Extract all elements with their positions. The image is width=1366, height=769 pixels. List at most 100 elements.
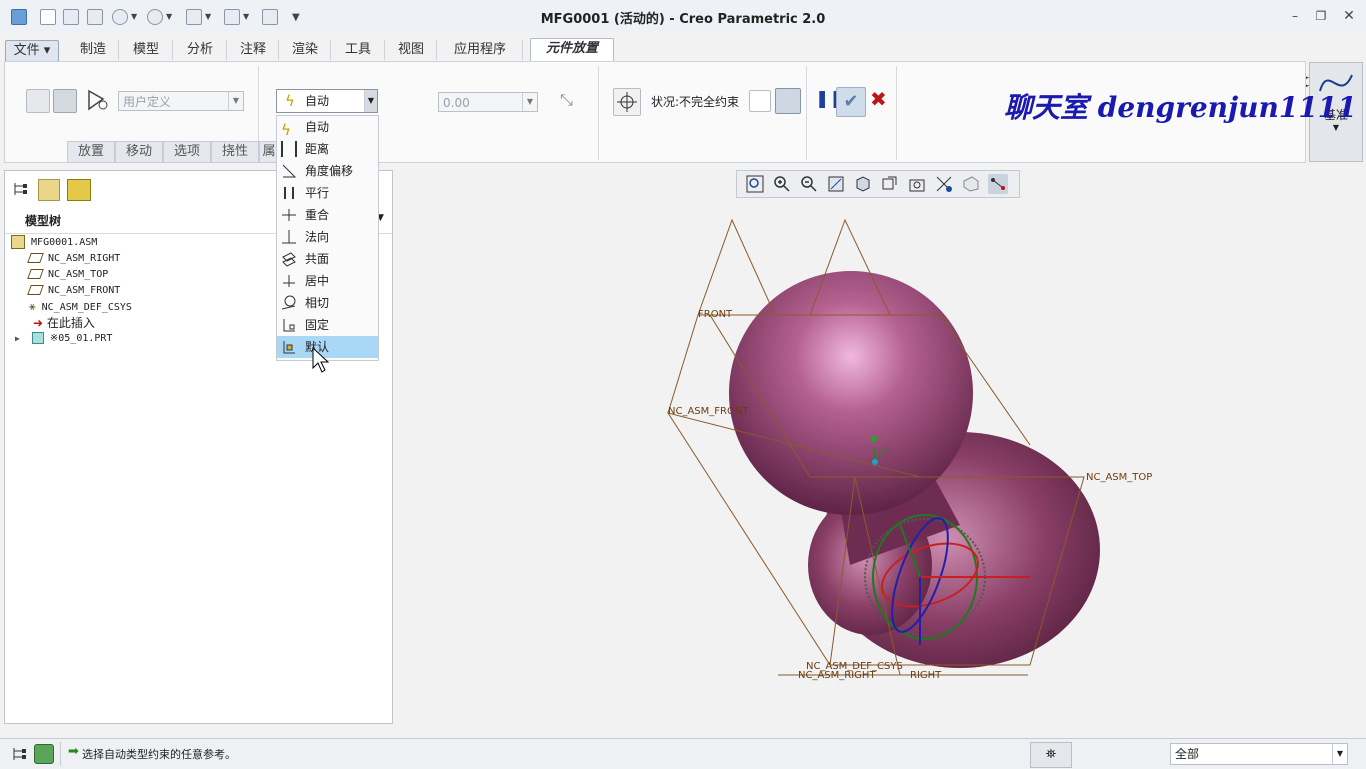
menu-item-label: 固定 <box>305 318 330 332</box>
favorites-tab-icon[interactable] <box>67 179 91 201</box>
find-icon[interactable]: ⛯ <box>1030 742 1072 768</box>
chevron-down-icon[interactable]: ▼ <box>1332 744 1347 764</box>
chevron-down-icon[interactable]: ▼ <box>364 90 377 112</box>
model-tree-tab-icon[interactable] <box>11 180 29 198</box>
tab-tools[interactable]: 工具 <box>332 40 385 60</box>
close-icon[interactable]: ✕ <box>1340 8 1358 24</box>
3d-viewport[interactable]: FRONT NC_ASM_FRONT NC_ASM_TOP NC_ASM_DEF… <box>600 205 1160 695</box>
datum-display-filters-icon[interactable] <box>934 174 954 194</box>
mechanism-connection-icon[interactable] <box>85 87 111 113</box>
cancel-x-icon[interactable]: ✖ <box>870 87 887 111</box>
zoom-in-icon[interactable] <box>772 174 792 194</box>
display-style-icon[interactable] <box>853 174 873 194</box>
mouse-cursor-icon <box>312 347 330 373</box>
coordinate-system-icon: ⚹ <box>29 300 36 313</box>
menu-item-coplanar[interactable]: 共面 <box>277 248 378 270</box>
flip-constraint-icon[interactable]: ⤡ <box>560 90 573 110</box>
tab-manufacture[interactable]: 制造 <box>68 40 119 60</box>
saved-orientations-icon[interactable] <box>880 174 900 194</box>
menu-item-tangent[interactable]: 相切 <box>277 292 378 314</box>
subtab-placement[interactable]: 放置 <box>67 141 115 163</box>
tab-analysis[interactable]: 分析 <box>174 40 227 60</box>
tab-view[interactable]: 视图 <box>386 40 437 60</box>
ribbon-divider <box>806 66 807 160</box>
menu-item-angle-offset[interactable]: 角度偏移 <box>277 160 378 182</box>
menu-item-label: 自动 <box>305 120 330 134</box>
tab-annotate[interactable]: 注释 <box>228 40 279 60</box>
menu-item-label: 居中 <box>305 274 330 288</box>
tree-item-label: ※05_01.PRT <box>49 333 113 344</box>
refit-icon[interactable] <box>745 174 765 194</box>
subtab-options[interactable]: 选项 <box>163 141 211 163</box>
menu-item-parallel[interactable]: 平行 <box>277 182 378 204</box>
tab-file[interactable]: 文件 ▾ <box>5 40 59 62</box>
tree-item-part[interactable]: ▶ ※05_01.PRT <box>15 331 112 347</box>
menu-item-coincident[interactable]: 重合 <box>277 204 378 226</box>
chevron-down-icon[interactable]: ▼ <box>228 92 243 110</box>
tree-item-nc-asm-top[interactable]: NC_ASM_TOP <box>27 267 109 283</box>
repaint-icon[interactable] <box>826 174 846 194</box>
menu-item-label: 距离 <box>305 142 330 156</box>
zoom-out-icon[interactable] <box>799 174 819 194</box>
title-bar: ▼ ▼ ▼ ▼ ▼ MFG0001 (活动的) - Creo Parametri… <box>0 0 1366 34</box>
user-defined-combo[interactable]: 用户定义 ▼ <box>118 91 244 111</box>
status-bar: ➡ 选择自动类型约束的任意参考。 ⛯ 全部 ▼ <box>0 738 1366 769</box>
constraint-type-combo[interactable]: ϟ 自动 ▼ <box>276 89 378 113</box>
tree-item-nc-asm-front[interactable]: NC_ASM_FRONT <box>27 283 120 299</box>
selection-filter[interactable]: 全部 ▼ <box>1170 743 1348 765</box>
separate-window-icon[interactable] <box>749 90 771 112</box>
fix-icon <box>283 319 295 332</box>
tree-item-label: NC_ASM_TOP <box>48 269 109 280</box>
constraint-type-dropdown: ϟ 自动 距离 角度偏移 平行 重合 法向 共面 居中 相切 固定 默认 <box>276 115 379 361</box>
insert-arrow-icon: ➜ <box>33 316 44 330</box>
datum-plane-icon <box>27 285 44 295</box>
coincident-icon <box>282 209 296 221</box>
menu-item-label: 重合 <box>305 208 330 222</box>
assembly-window-icon[interactable] <box>775 88 801 114</box>
menu-item-normal[interactable]: 法向 <box>277 226 378 248</box>
window-title: MFG0001 (活动的) - Creo Parametric 2.0 <box>540 12 826 27</box>
navigator-toggle-icon[interactable] <box>10 745 28 763</box>
annotation-display-icon[interactable] <box>988 174 1008 194</box>
tab-applications[interactable]: 应用程序 <box>438 40 523 60</box>
tab-model[interactable]: 模型 <box>120 40 173 60</box>
tree-item-label: 在此插入 <box>46 316 95 330</box>
menu-item-auto[interactable]: ϟ 自动 <box>277 116 378 139</box>
ribbon-divider <box>896 66 897 160</box>
confirm-check-icon[interactable]: ✔ <box>836 87 866 117</box>
status-message: 选择自动类型约束的任意参考。 <box>82 748 236 761</box>
constraint-set-icon[interactable] <box>53 89 77 113</box>
subtab-flexibility[interactable]: 挠性 <box>211 141 259 163</box>
offset-value-field[interactable]: 0.00 ▼ <box>438 92 538 112</box>
tree-item-assembly[interactable]: MFG0001.ASM <box>11 235 97 251</box>
subtab-move[interactable]: 移动 <box>115 141 163 163</box>
restore-icon[interactable]: ❐ <box>1312 8 1330 24</box>
placement-status-icon[interactable] <box>613 88 641 116</box>
lightning-icon: ϟ <box>285 92 295 110</box>
minimize-icon[interactable]: – <box>1286 8 1304 24</box>
spin-center-icon[interactable] <box>961 174 981 194</box>
angle-offset-icon <box>282 164 297 178</box>
folder-browser-tab-icon[interactable] <box>38 179 60 201</box>
offset-value: 0.00 <box>443 96 470 110</box>
menu-item-fix[interactable]: 固定 <box>277 314 378 336</box>
status-text: 状况:不完全约束 <box>651 95 740 109</box>
view-manager-icon[interactable] <box>907 174 927 194</box>
ribbon-divider <box>598 66 599 160</box>
tree-item-insert-here[interactable]: ➜ 在此插入 <box>33 315 95 331</box>
tree-item-nc-asm-right[interactable]: NC_ASM_RIGHT <box>27 251 120 267</box>
menu-item-centered[interactable]: 居中 <box>277 270 378 292</box>
expand-arrow-icon[interactable]: ▶ <box>15 334 20 343</box>
edit-placement-icon[interactable] <box>26 89 50 113</box>
tab-component-placement[interactable]: 元件放置 <box>530 38 614 61</box>
chevron-down-icon[interactable]: ▼ <box>522 93 537 111</box>
menu-item-distance[interactable]: 距离 <box>277 138 378 160</box>
tab-render[interactable]: 渲染 <box>280 40 331 60</box>
label-right: RIGHT <box>910 670 942 681</box>
tree-item-nc-asm-def-csys[interactable]: ⚹ NC_ASM_DEF_CSYS <box>29 299 132 315</box>
browser-toggle-icon[interactable] <box>34 744 54 764</box>
tree-item-label: MFG0001.ASM <box>31 237 98 248</box>
selection-filter-value: 全部 <box>1175 747 1200 761</box>
centered-icon <box>283 275 295 287</box>
part-body-upper[interactable] <box>729 271 973 515</box>
